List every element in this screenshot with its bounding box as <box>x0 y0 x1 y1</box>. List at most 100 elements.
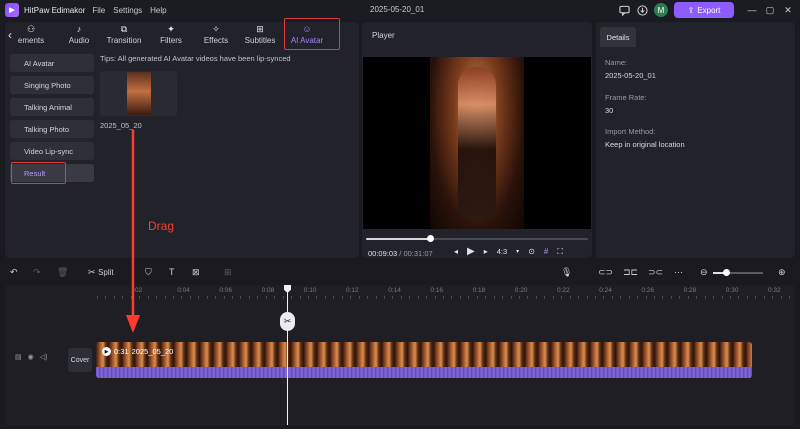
chevron-down-icon[interactable]: ▾ <box>516 248 519 255</box>
ruler-minor-tick <box>637 296 639 299</box>
ruler-minor-tick <box>611 296 613 299</box>
ruler-minor-tick <box>240 296 242 299</box>
menu-settings[interactable]: Settings <box>113 6 142 15</box>
timeline-ruler[interactable]: 02 0:04 0:06 0:08 0:10 0:12 0:14 0:16 0:18 0:20 0:… <box>5 285 795 301</box>
delete-icon[interactable]: 🗑 <box>57 267 68 278</box>
next-frame-icon[interactable]: ▸ <box>484 247 488 256</box>
download-icon[interactable] <box>636 4 648 16</box>
clip-name: 2025_05_20 <box>131 347 174 356</box>
sidebar-item-ai-avatar[interactable]: AI Avatar <box>10 54 94 72</box>
clip-play-icon: ▶ <box>102 347 111 356</box>
sidebar-item-talking-animal[interactable]: Talking Animal <box>10 98 94 116</box>
feedback-icon[interactable] <box>618 4 630 16</box>
video-preview[interactable] <box>363 57 591 229</box>
ruler-tick-label: 0:32 <box>768 287 781 294</box>
shield-icon[interactable]: ⛉ <box>145 267 152 278</box>
more-icon[interactable]: ⋯ <box>674 267 683 278</box>
result-highlight-box <box>11 162 66 184</box>
scissors-icon: ✂ <box>88 267 96 277</box>
ruler-minor-tick <box>164 296 166 299</box>
video-clip[interactable]: ▶ 0:31 2025_05_20 <box>96 342 752 378</box>
tab-effects[interactable]: ✧ Effects <box>198 24 234 48</box>
tab-transition[interactable]: ⧉ Transition <box>100 24 148 48</box>
user-avatar[interactable]: M <box>654 3 668 17</box>
aspect-ratio-select[interactable]: 4:3 <box>497 247 507 256</box>
ruler-minor-tick <box>780 296 782 299</box>
close-icon[interactable]: ✕ <box>782 4 794 16</box>
sidebar-item-video-lip-sync[interactable]: Video Lip-sync <box>10 142 94 160</box>
track-lock-icon[interactable]: ▤ <box>15 353 22 361</box>
tab-elements[interactable]: ⚇ ements <box>13 24 49 48</box>
ruler-tick-label: 0:08 <box>261 287 275 294</box>
ruler-minor-tick <box>375 296 377 299</box>
playback-progress[interactable] <box>366 235 588 242</box>
split-button[interactable]: ✂ Split <box>88 267 114 278</box>
ruler-minor-tick <box>282 296 284 299</box>
detach-icon[interactable]: ⊐⊏ <box>623 267 638 278</box>
media-panel: ‹ ⚇ ements ♪ Audio ⧉ Transition ✦ Filter… <box>5 18 359 258</box>
ruler-minor-tick <box>746 296 748 299</box>
eye-icon[interactable]: ◉ <box>28 353 34 361</box>
ruler-minor-tick <box>620 296 622 299</box>
ruler-minor-tick <box>147 296 149 299</box>
playhead[interactable] <box>287 285 288 425</box>
drag-arrow <box>126 130 140 333</box>
menu-help[interactable]: Help <box>150 6 166 15</box>
snapshot-icon[interactable]: ⊙ <box>528 247 535 256</box>
tab-subtitles[interactable]: ⊞ Subtitles <box>239 24 281 48</box>
link-icon[interactable]: ⊂⊃ <box>598 267 613 278</box>
undo-icon[interactable]: ↶ <box>10 267 18 278</box>
menu-file[interactable]: File <box>92 6 105 15</box>
zoom-slider[interactable] <box>713 269 763 276</box>
maximize-icon[interactable]: ▢ <box>764 4 776 16</box>
split-scissors-icon[interactable]: ✂ <box>280 312 295 331</box>
ruler-minor-tick <box>730 296 731 299</box>
microphone-icon[interactable]: 🎙 <box>561 267 572 278</box>
zoom-knob[interactable] <box>722 269 730 276</box>
timeline-toolbar: ↶ ↷ 🗑 ✂ Split ⛉ T ⊠ ⊞ 🎙 ⊂⊃ ⊐⊏ ⊃⊂ ⋯ ⊖ ⊕ <box>0 263 800 283</box>
ruler-minor-tick <box>594 296 596 299</box>
tab-audio[interactable]: ♪ Audio <box>61 24 97 48</box>
ruler-minor-tick <box>257 296 259 299</box>
prev-frame-icon[interactable]: ◂ <box>454 247 458 256</box>
timeline-area[interactable]: 02 0:04 0:06 0:08 0:10 0:12 0:14 0:16 0:18 0:20 0:… <box>5 285 795 425</box>
subtitles-icon: ⊞ <box>256 24 264 34</box>
ruler-minor-tick <box>215 296 217 299</box>
sidebar-item-talking-photo[interactable]: Talking Photo <box>10 120 94 138</box>
back-arrow-icon[interactable]: ‹ <box>8 28 12 42</box>
redo-icon[interactable]: ↷ <box>33 267 41 278</box>
result-thumbnail[interactable] <box>100 71 177 116</box>
crop-icon[interactable]: ⊠ <box>192 267 200 278</box>
progress-knob[interactable] <box>427 235 435 242</box>
ruler-minor-tick <box>459 296 461 299</box>
volume-icon[interactable]: ◁) <box>40 353 48 361</box>
music-note-icon: ♪ <box>76 24 82 34</box>
grid-icon[interactable]: # <box>544 247 548 256</box>
play-icon[interactable]: ▶ <box>467 246 475 257</box>
ruler-minor-tick <box>485 296 487 299</box>
tips-text: Tips: All generated AI Avatar videos hav… <box>100 54 291 63</box>
frame-rate-value: 30 <box>605 106 614 115</box>
ruler-minor-tick <box>738 296 740 299</box>
add-icon[interactable]: ⊞ <box>224 267 232 278</box>
ruler-minor-tick <box>265 296 267 299</box>
track-controls: ▤ ◉ ◁) <box>15 353 47 361</box>
text-icon[interactable]: T <box>169 267 175 277</box>
unlink-icon[interactable]: ⊃⊂ <box>648 267 663 278</box>
ruler-minor-tick <box>417 296 419 299</box>
zoom-out-icon[interactable]: ⊖ <box>700 267 708 278</box>
tab-filters[interactable]: ✦ Filters <box>153 24 189 48</box>
export-button[interactable]: ⇪ Export <box>674 2 734 18</box>
fullscreen-icon[interactable]: ⛶ <box>557 247 563 257</box>
tab-details[interactable]: Details <box>600 27 636 47</box>
ruler-minor-tick <box>97 296 98 299</box>
thumbnail-label: 2025_05_20 <box>100 121 142 130</box>
details-panel: Details Name: 2025-05-20_01 Frame Rate: … <box>596 22 795 258</box>
ruler-tick-label: 0:12 <box>346 287 359 294</box>
name-label: Name: <box>605 58 628 67</box>
zoom-in-icon[interactable]: ⊕ <box>778 267 786 278</box>
ruler-tick-label: 0:26 <box>641 287 655 294</box>
cover-button[interactable]: Cover <box>68 348 92 372</box>
minimize-icon[interactable]: — <box>746 4 758 16</box>
sidebar-item-singing-photo[interactable]: Singing Photo <box>10 76 94 94</box>
